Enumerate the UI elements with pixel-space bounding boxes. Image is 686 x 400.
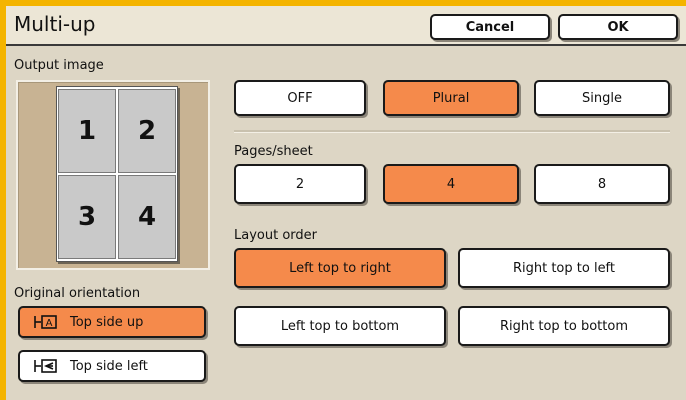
cancel-button[interactable]: Cancel [430,14,550,40]
mode-plural-button[interactable]: Plural [383,80,519,116]
mode-off-button[interactable]: OFF [234,80,366,116]
preview-paper: 1 2 3 4 [56,86,178,262]
orientation-top-side-left-button[interactable]: Top side left [18,350,206,382]
output-image-preview: 1 2 3 4 [16,80,210,270]
top-side-left-label: Top side left [70,358,148,374]
original-orientation-label: Original orientation [14,286,141,301]
layout-order-label: Layout order [234,228,317,243]
multi-up-dialog: Multi-up Cancel OK Output image 1 2 3 4 … [6,6,686,400]
pages-4-button[interactable]: 4 [383,164,519,204]
pages-per-sheet-label: Pages/sheet [234,144,313,159]
top-side-up-icon: A [34,314,60,330]
top-side-left-icon [34,358,60,374]
layout-right-top-to-bottom-button[interactable]: Right top to bottom [458,306,670,346]
dialog-title: Multi-up [14,12,96,36]
preview-page-2: 2 [118,89,176,173]
output-image-label: Output image [14,58,104,73]
orientation-top-side-up-button[interactable]: A Top side up [18,306,206,338]
pages-8-button[interactable]: 8 [534,164,670,204]
layout-left-top-to-right-button[interactable]: Left top to right [234,248,446,288]
preview-page-3: 3 [58,175,116,259]
preview-page-1: 1 [58,89,116,173]
pages-2-button[interactable]: 2 [234,164,366,204]
layout-left-top-to-bottom-button[interactable]: Left top to bottom [234,306,446,346]
svg-text:A: A [46,318,53,329]
top-side-up-label: Top side up [70,314,144,330]
mode-single-button[interactable]: Single [534,80,670,116]
title-bar: Multi-up Cancel OK [6,6,686,46]
ok-button[interactable]: OK [558,14,678,40]
mode-separator [234,130,670,133]
preview-page-4: 4 [118,175,176,259]
layout-right-top-to-left-button[interactable]: Right top to left [458,248,670,288]
